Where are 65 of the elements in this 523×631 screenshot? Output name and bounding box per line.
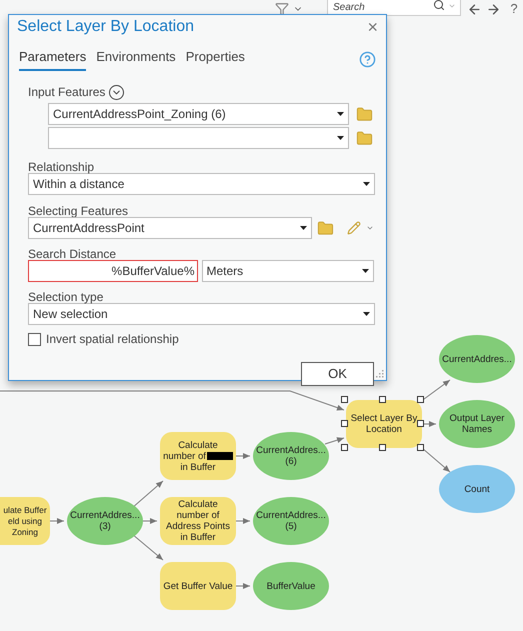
field-label: Input Features (28, 84, 106, 101)
input-features-field[interactable]: CurrentAddressPoint_Zoning (6) (48, 103, 349, 125)
connector-arrow (50, 518, 64, 524)
resize-grip-icon (375, 369, 384, 378)
connector-arrow (422, 448, 450, 472)
selection-handle[interactable] (417, 444, 424, 451)
search-distance-field[interactable]: %BufferValue% (28, 260, 198, 282)
search-icon[interactable] (433, 0, 445, 11)
dropdown-caret-icon (363, 182, 370, 186)
selection-handle[interactable] (341, 420, 348, 427)
process-node[interactable]: Select Layer By Location (346, 400, 422, 448)
dropdown-caret-icon (362, 269, 369, 273)
field-label: Selecting Features (28, 203, 130, 216)
connector-arrow (142, 518, 158, 524)
help-button[interactable]: ? (505, 0, 523, 19)
selection-handle[interactable] (341, 396, 348, 403)
connector-arrow (236, 518, 250, 524)
checkbox-label: Invert spatial relationship (46, 331, 179, 348)
process-node[interactable]: ulate Buffer eld using Zoning (0, 497, 50, 545)
selection-type-dropdown[interactable]: New selection (28, 303, 375, 325)
variable-node[interactable]: Count (439, 465, 515, 513)
data-node[interactable]: CurrentAddres... (439, 335, 515, 383)
tab[interactable]: Properties (186, 47, 245, 71)
field-label: Selection type (28, 289, 104, 302)
selection-handle[interactable] (379, 444, 386, 451)
process-node[interactable]: Calculate number of Address Points in Buffer (160, 497, 236, 545)
data-node[interactable]: CurrentAddres... (3) (67, 497, 143, 545)
forward-arrow-icon[interactable] (486, 2, 501, 16)
dialog-title: Select Layer By Location (17, 17, 194, 37)
field-label: Relationship (28, 159, 96, 172)
help-icon[interactable] (359, 50, 376, 68)
search-field[interactable]: Search (327, 0, 461, 16)
connector-arrow (236, 583, 250, 589)
data-node[interactable]: Output Layer Names (439, 400, 515, 448)
field-label: Search Distance (28, 246, 118, 259)
connector-arrow (236, 453, 250, 459)
unit-dropdown[interactable]: Meters (202, 260, 374, 282)
input-features-field[interactable] (48, 127, 349, 149)
selection-handle[interactable] (417, 396, 424, 403)
dropdown-caret-icon (300, 226, 308, 230)
selection-handle[interactable] (379, 396, 386, 403)
expand-toggle[interactable] (109, 84, 124, 100)
connector-arrow (324, 437, 344, 444)
caret-icon[interactable] (366, 224, 374, 232)
tab[interactable]: Environments (96, 47, 176, 71)
process-node[interactable]: Calculate number of in Buffer (160, 432, 236, 480)
filter-icon[interactable] (275, 2, 289, 16)
dropdown-caret-icon (337, 136, 344, 140)
relationship-dropdown[interactable]: Within a distance (28, 173, 375, 195)
tab[interactable]: Parameters (19, 47, 86, 71)
dropdown-caret-icon (363, 312, 370, 316)
data-node[interactable]: CurrentAddres... (5) (253, 497, 329, 545)
connector-arrow (132, 480, 164, 508)
data-node[interactable]: BufferValue (253, 562, 329, 610)
checkbox[interactable] (28, 332, 41, 346)
process-node[interactable]: Get Buffer Value (160, 562, 236, 610)
dropdown-caret-icon (337, 112, 344, 116)
selection-handle[interactable] (417, 420, 424, 427)
selection-handle[interactable] (341, 444, 348, 451)
connector-arrow (132, 534, 164, 560)
data-node[interactable]: CurrentAddres... (6) (253, 432, 329, 480)
connector-arrow (422, 421, 436, 427)
selecting-features-field[interactable]: CurrentAddressPoint (28, 217, 312, 239)
ok-button[interactable]: OK (301, 362, 374, 386)
close-button[interactable]: × (367, 18, 378, 36)
